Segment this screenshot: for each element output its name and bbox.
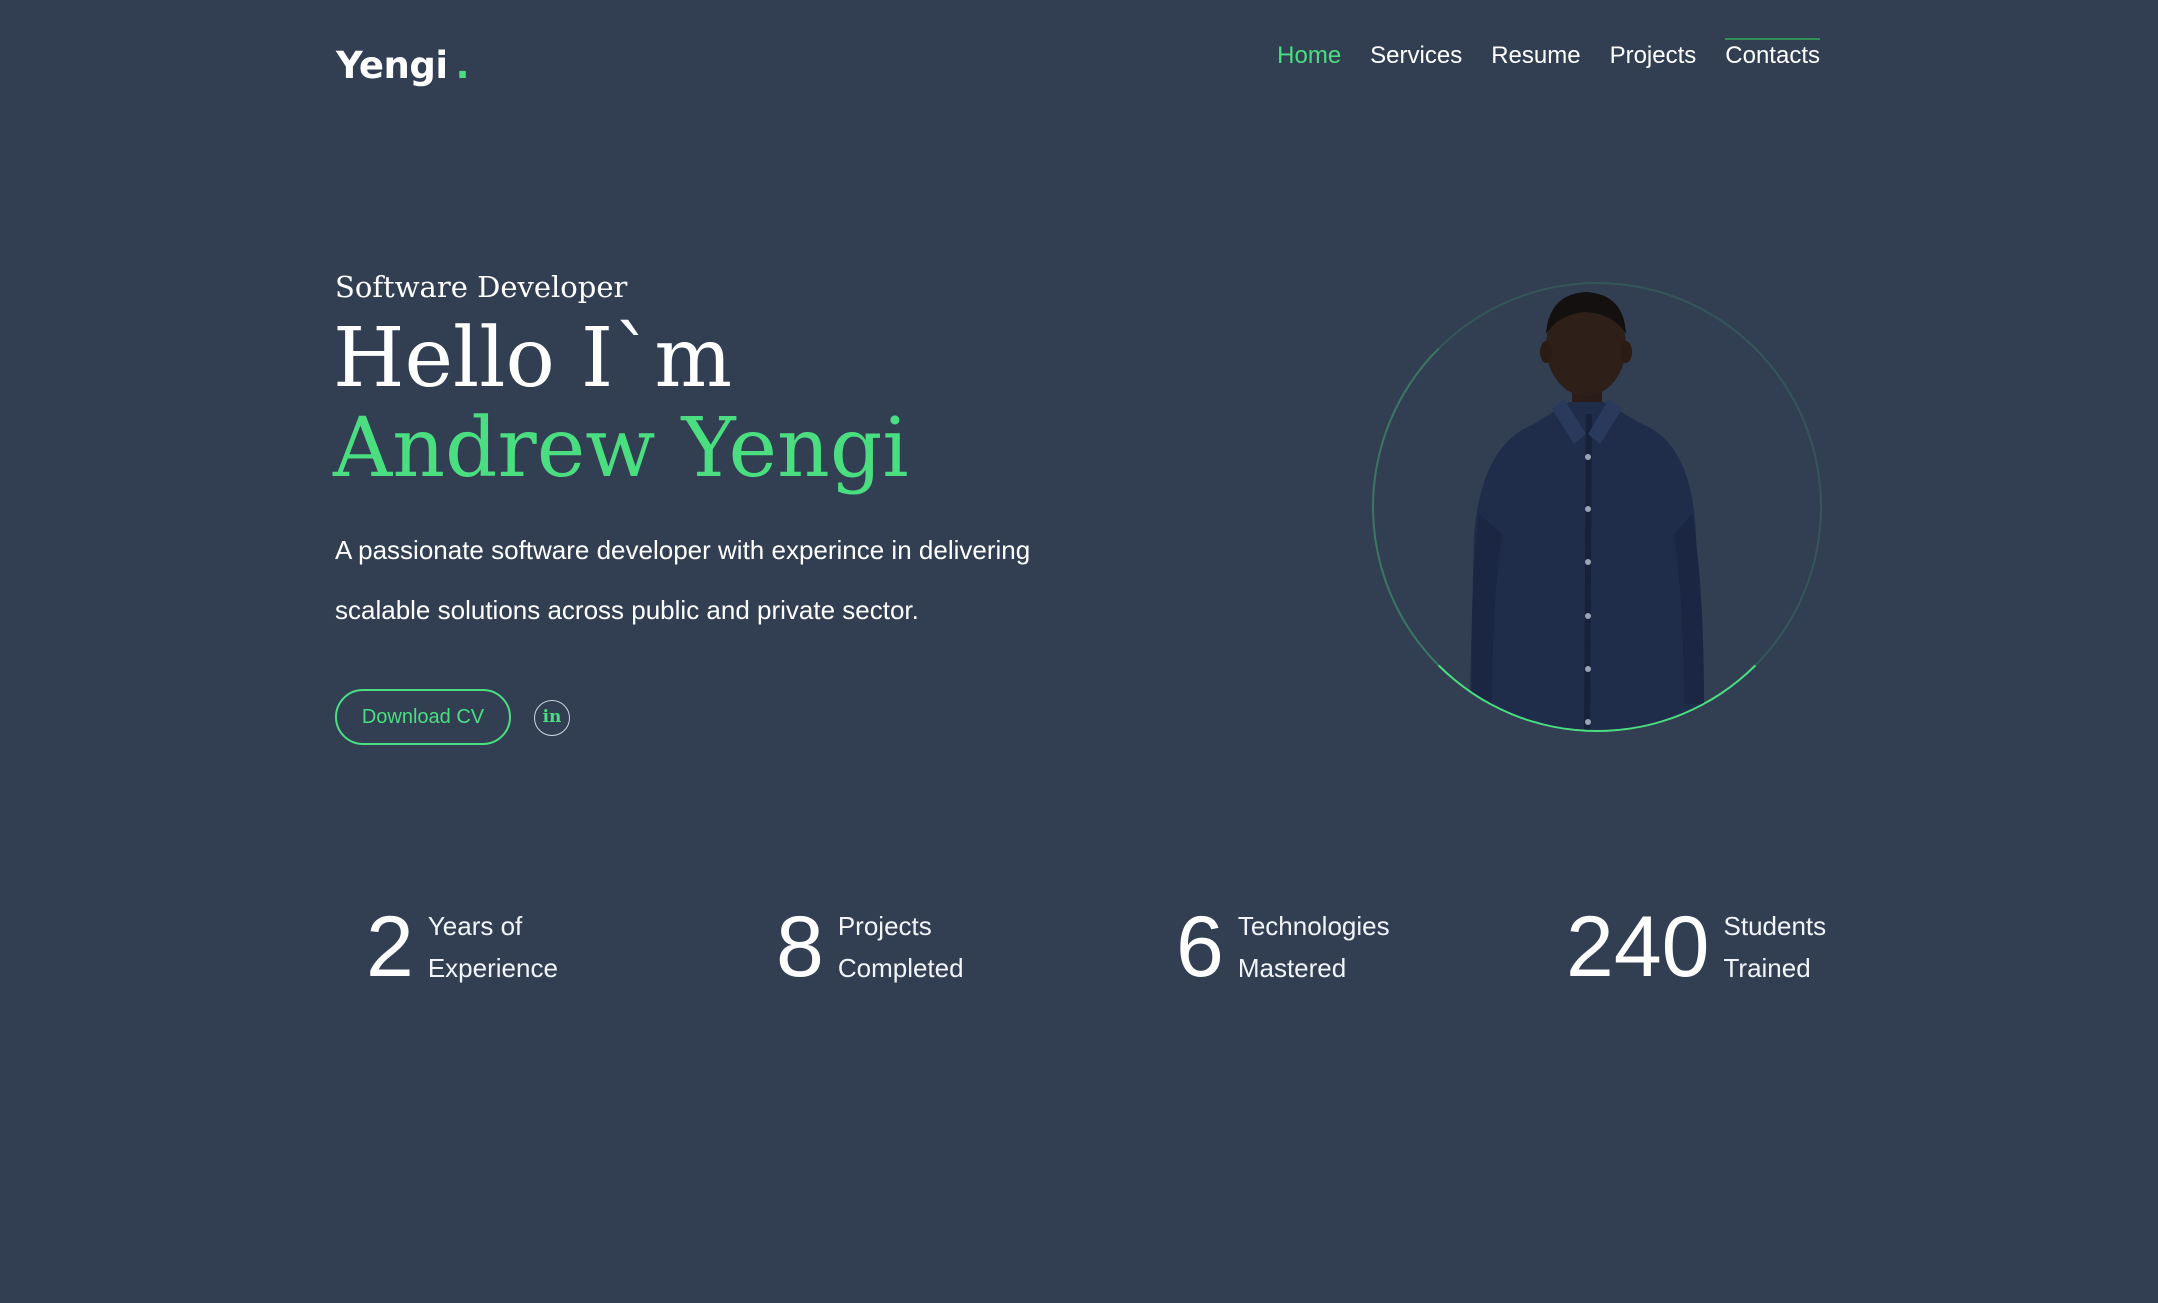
stat-label-line1: Students	[1723, 911, 1827, 941]
nav-services[interactable]: Services	[1370, 38, 1462, 70]
download-cv-button[interactable]: Download CV	[335, 689, 511, 745]
nav-contacts[interactable]: Contacts	[1725, 38, 1820, 70]
main-nav: Home Services Resume Projects Contacts	[1277, 38, 1820, 70]
stat-label-line2: Completed	[837, 953, 964, 983]
stat-label: Students Trained	[1724, 905, 1827, 989]
hero-description-line2: scalable solutions across public and pri…	[335, 595, 919, 625]
nav-home[interactable]: Home	[1277, 38, 1341, 70]
stat-label: Years of Experience	[428, 905, 558, 989]
person-illustration	[1469, 292, 1704, 730]
stat-label: Technologies Mastered	[1238, 905, 1390, 989]
stat-technologies: 6 Technologies Mastered	[1176, 904, 1390, 990]
page: Yengi. Home Services Resume Projects Con…	[0, 0, 2158, 1303]
nav-resume[interactable]: Resume	[1491, 38, 1580, 70]
logo[interactable]: Yengi.	[336, 44, 470, 87]
hero-description-line1: A passionate software developer with exp…	[335, 535, 1031, 565]
stat-label-line1: Technologies	[1237, 911, 1390, 941]
hero-name: Andrew Yengi	[333, 401, 909, 496]
logo-text: Yengi	[336, 44, 448, 87]
stat-label: Projects Completed	[838, 905, 964, 989]
stat-projects: 8 Projects Completed	[776, 904, 964, 990]
stat-number: 8	[776, 899, 824, 995]
stat-label-line1: Years of	[427, 911, 523, 941]
stat-experience: 2 Years of Experience	[366, 904, 558, 990]
hero-role: Software Developer	[335, 270, 628, 304]
profile-photo	[1372, 282, 1822, 732]
stat-label-line2: Mastered	[1237, 953, 1347, 983]
logo-dot: .	[455, 44, 470, 87]
linkedin-icon: in	[542, 707, 562, 727]
hero-greeting: Hello I`m	[333, 311, 733, 406]
nav-projects[interactable]: Projects	[1610, 38, 1697, 70]
stat-students: 240 Students Trained	[1566, 904, 1826, 990]
hero-description: A passionate software developer with exp…	[335, 520, 1095, 640]
stat-label-line2: Experience	[427, 953, 558, 983]
stat-label-line2: Trained	[1723, 953, 1811, 983]
stat-number: 6	[1176, 899, 1224, 995]
stat-number: 2	[366, 899, 414, 995]
linkedin-button[interactable]: in	[534, 700, 570, 736]
stat-number: 240	[1566, 899, 1710, 995]
stat-label-line1: Projects	[837, 911, 932, 941]
